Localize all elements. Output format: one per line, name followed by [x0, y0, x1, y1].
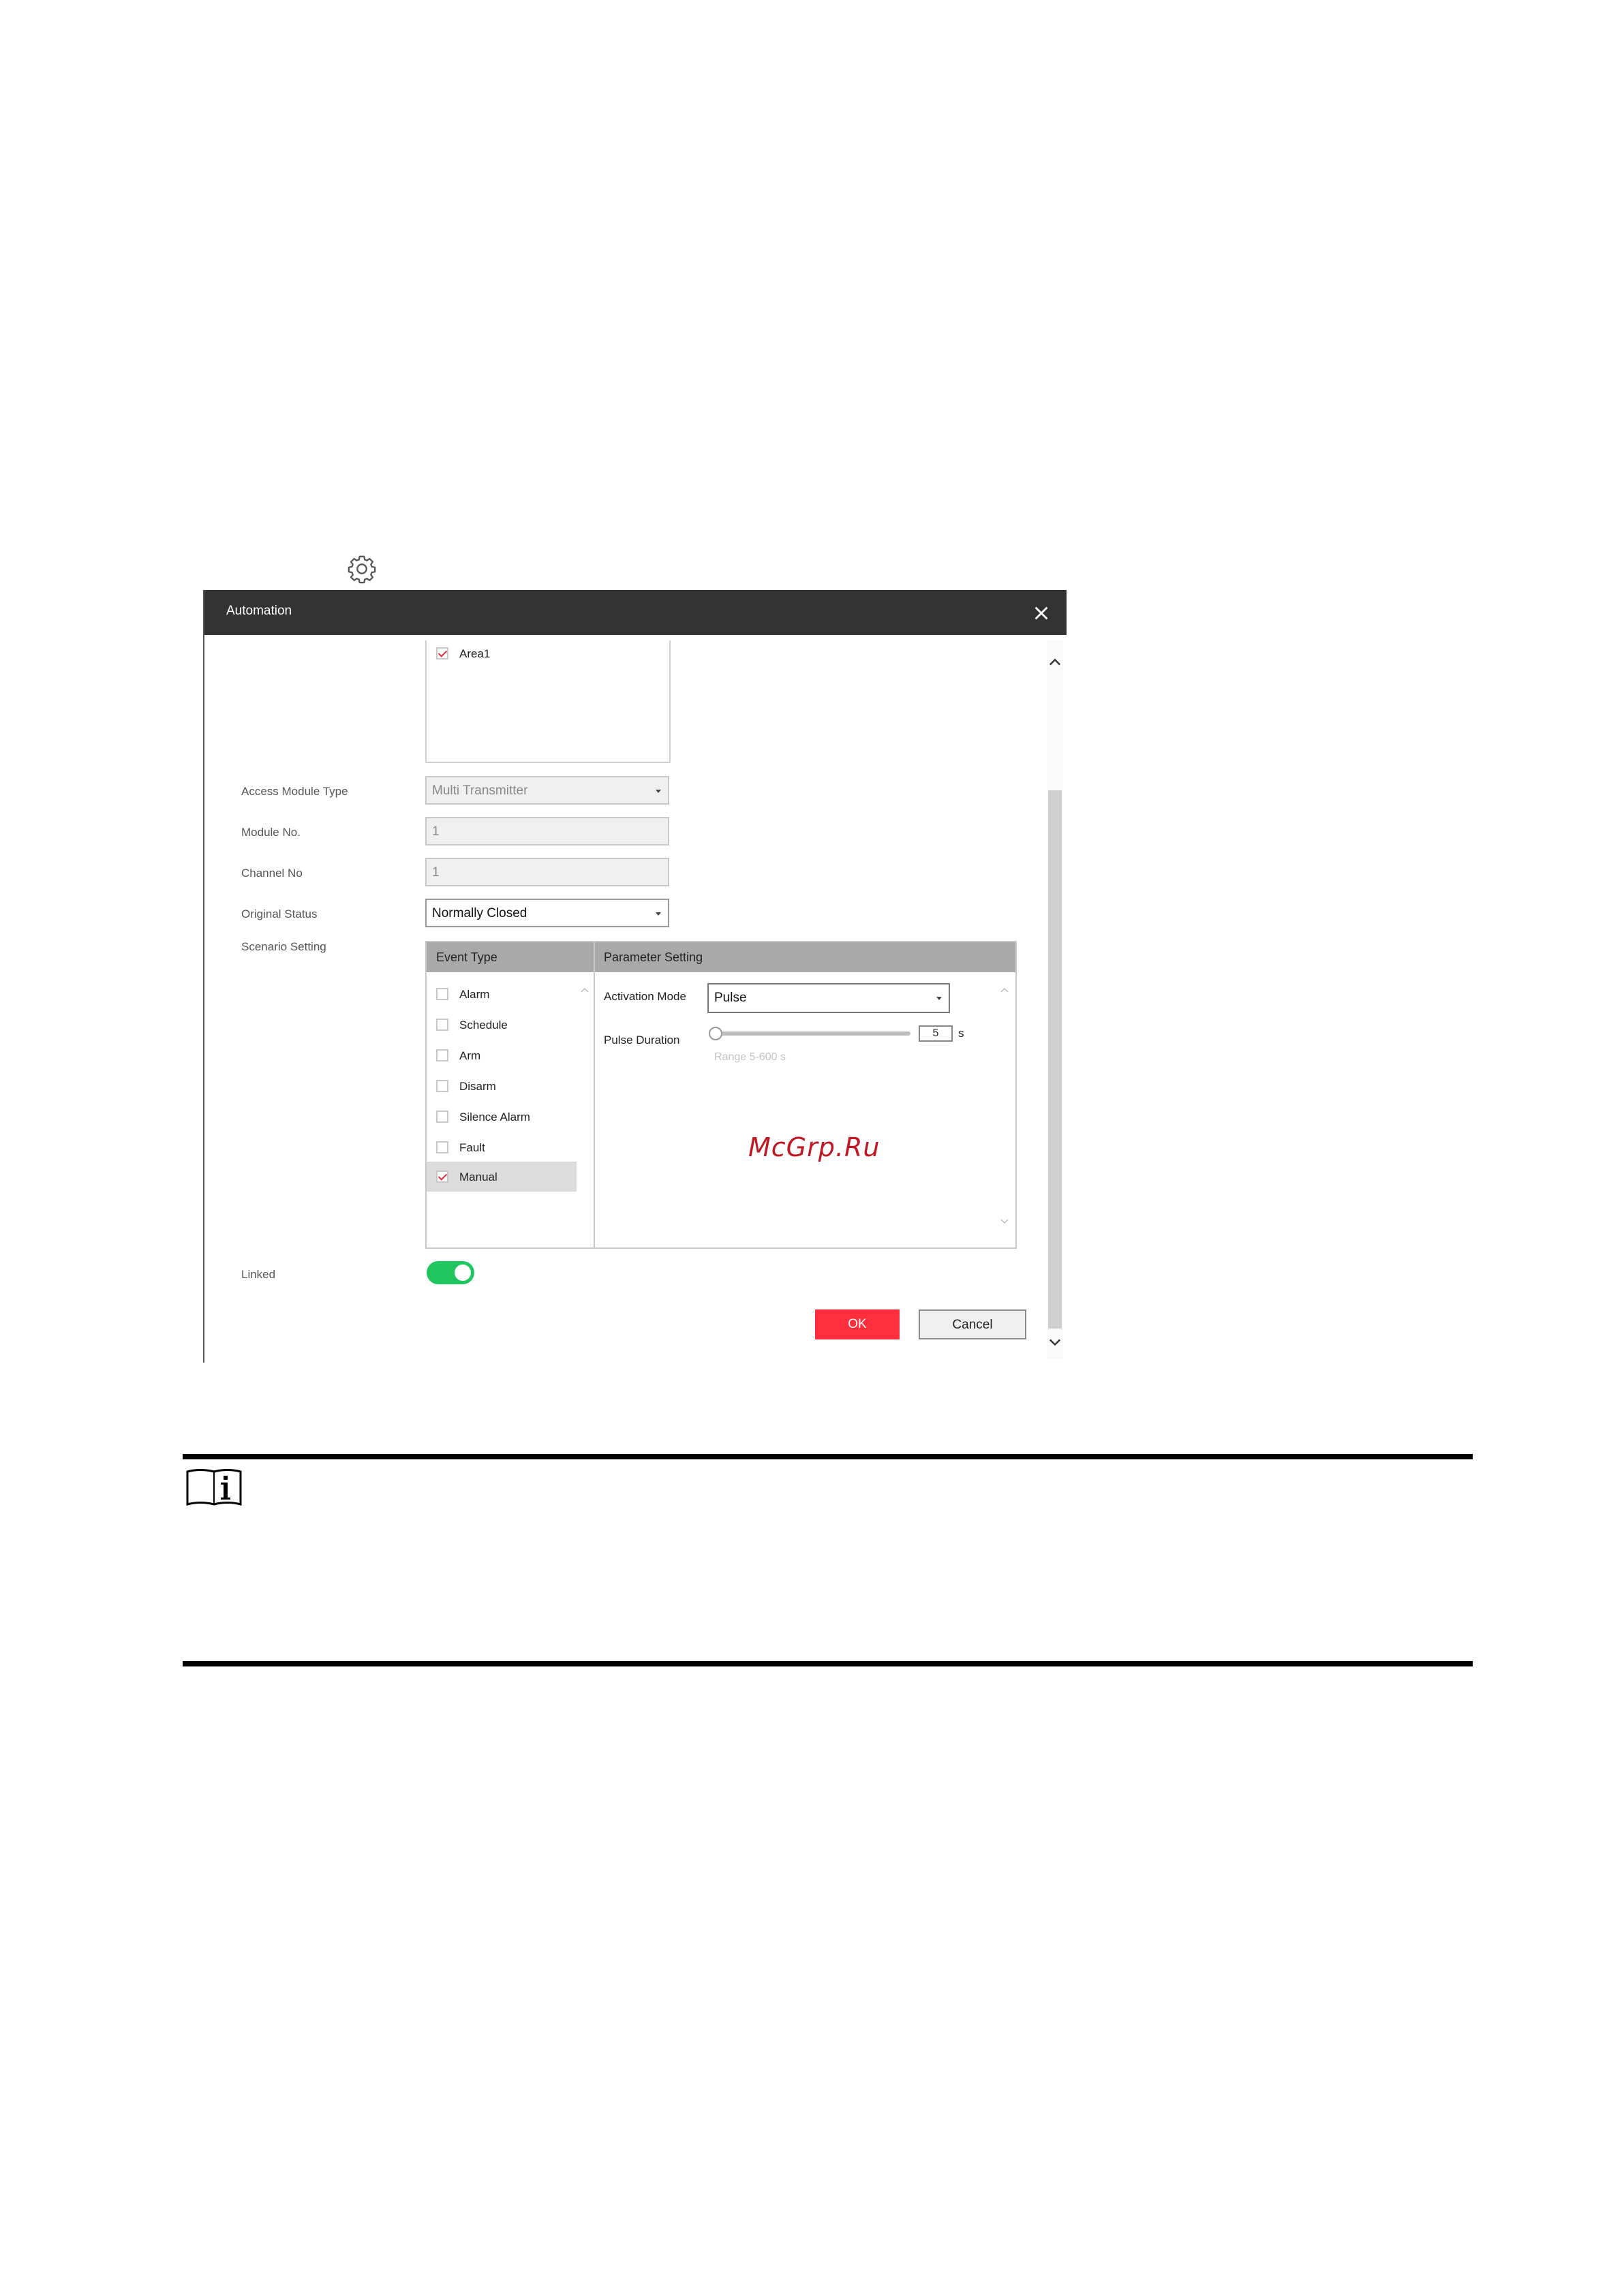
event-checkbox[interactable] — [436, 1141, 448, 1153]
event-type-header: Event Type — [436, 950, 497, 964]
toggle-knob — [455, 1265, 471, 1281]
chevron-up-icon[interactable] — [579, 984, 590, 995]
dialog-scrollbar-thumb[interactable] — [1048, 790, 1062, 1329]
dropdown-caret-icon — [656, 790, 661, 793]
parameter-setting-header: Parameter Setting — [604, 950, 703, 964]
area1-label: Area1 — [459, 647, 491, 660]
dropdown-caret-icon — [656, 912, 661, 916]
activation-mode-select[interactable]: Pulse — [707, 983, 950, 1013]
scenario-setting-label: Scenario Setting — [241, 940, 326, 953]
chevron-up-icon[interactable] — [1047, 654, 1063, 670]
area-list: Area1 — [425, 640, 671, 763]
ok-button[interactable]: OK — [815, 1309, 900, 1339]
chevron-up-icon[interactable] — [999, 984, 1010, 995]
event-label: Arm — [459, 1049, 481, 1062]
linked-toggle[interactable] — [427, 1261, 474, 1284]
cancel-button[interactable]: Cancel — [919, 1309, 1026, 1339]
original-status-value: Normally Closed — [432, 906, 527, 920]
pulse-duration-range-hint: Range 5-600 s — [714, 1051, 786, 1063]
note-bottom-rule — [183, 1661, 1473, 1666]
chevron-down-icon[interactable] — [999, 1216, 1010, 1227]
access-module-type-value: Multi Transmitter — [432, 784, 528, 798]
channel-no-value: 1 — [432, 865, 440, 880]
linked-label: Linked — [241, 1268, 276, 1281]
dropdown-caret-icon — [936, 997, 942, 1000]
pulse-duration-slider-handle[interactable] — [709, 1027, 722, 1040]
pulse-duration-unit: s — [958, 1027, 964, 1040]
scenario-table: Event Type Parameter Setting Alarm Sched… — [425, 941, 1017, 1249]
channel-no-label: Channel No — [241, 867, 303, 880]
close-icon[interactable] — [1032, 604, 1051, 623]
activation-mode-value: Pulse — [714, 991, 747, 1005]
activation-mode-label: Activation Mode — [604, 990, 686, 1003]
event-label: Manual — [459, 1170, 497, 1183]
event-checkbox[interactable] — [436, 988, 448, 1000]
event-checkbox[interactable] — [436, 1080, 448, 1092]
pulse-duration-slider-track[interactable] — [713, 1031, 910, 1036]
note-top-rule — [183, 1454, 1473, 1459]
module-no-field[interactable]: 1 — [425, 817, 669, 846]
dialog-titlebar: Automation — [204, 590, 1067, 635]
pulse-duration-input[interactable]: 5 — [919, 1025, 953, 1042]
event-label: Fault — [459, 1141, 485, 1154]
original-status-select[interactable]: Normally Closed — [425, 899, 669, 927]
event-label: Disarm — [459, 1080, 496, 1093]
event-label: Alarm — [459, 988, 490, 1001]
event-row-manual[interactable]: Manual — [427, 1162, 577, 1192]
pulse-duration-label: Pulse Duration — [604, 1034, 680, 1046]
event-row-silence-alarm[interactable]: Silence Alarm — [427, 1102, 577, 1132]
dialog-title: Automation — [226, 604, 292, 618]
event-row-disarm[interactable]: Disarm — [427, 1071, 577, 1101]
channel-no-field[interactable]: 1 — [425, 858, 669, 886]
event-checkbox[interactable] — [436, 1170, 448, 1183]
event-row-alarm[interactable]: Alarm — [427, 979, 577, 1009]
event-row-schedule[interactable]: Schedule — [427, 1010, 577, 1040]
chevron-down-icon[interactable] — [1047, 1334, 1063, 1350]
scenario-table-header: Event Type Parameter Setting — [427, 942, 1015, 972]
automation-dialog: Automation Area1 Access Module Type Mult… — [203, 590, 1067, 1363]
access-module-type-select[interactable]: Multi Transmitter — [425, 776, 669, 805]
event-label: Silence Alarm — [459, 1111, 530, 1123]
module-no-value: 1 — [432, 824, 440, 839]
area1-checkbox[interactable] — [436, 647, 448, 660]
event-label: Schedule — [459, 1019, 508, 1031]
event-row-arm[interactable]: Arm — [427, 1040, 577, 1070]
event-checkbox[interactable] — [436, 1019, 448, 1031]
event-checkbox[interactable] — [436, 1049, 448, 1061]
original-status-label: Original Status — [241, 907, 318, 920]
event-list: Alarm Schedule Arm Disarm Silence Alarm … — [427, 972, 594, 1247]
note-info-icon — [186, 1469, 242, 1506]
event-row-fault[interactable]: Fault — [427, 1132, 577, 1162]
watermark: McGrp.Ru — [748, 1132, 880, 1162]
gear-icon[interactable] — [346, 553, 378, 585]
event-checkbox[interactable] — [436, 1111, 448, 1123]
column-divider — [594, 942, 595, 1247]
access-module-type-label: Access Module Type — [241, 785, 348, 798]
module-no-label: Module No. — [241, 826, 301, 839]
